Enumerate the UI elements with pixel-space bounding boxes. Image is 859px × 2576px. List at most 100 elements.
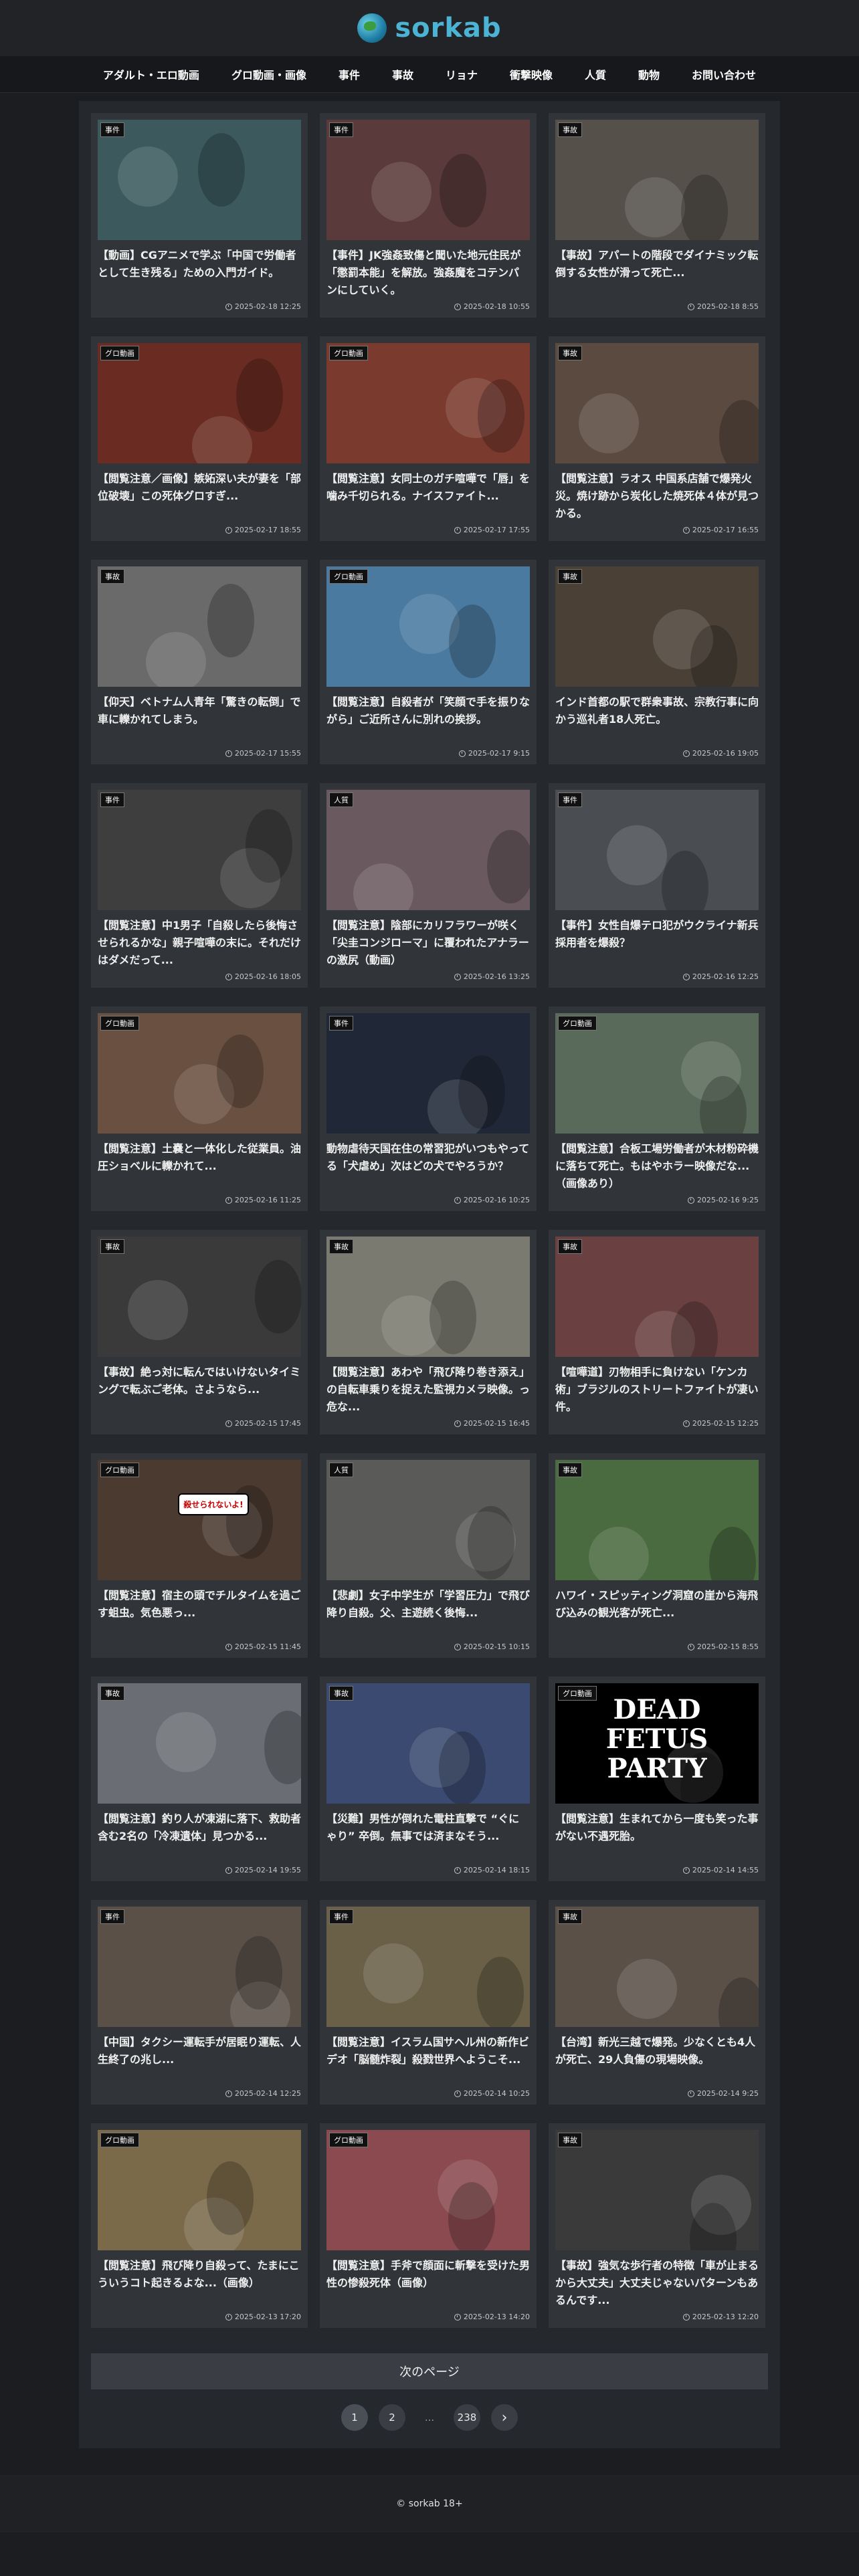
post-card[interactable]: 事故 インド首都の駅で群衆事故、宗教行事に向かう巡礼者18人死亡。 2025-02-…	[549, 560, 765, 764]
post-title[interactable]: 【事件】女性自爆テロ犯がウクライナ新兵採用者を爆殺？	[555, 917, 759, 969]
post-title[interactable]: 【閲覧注意】飛び降り自殺って、たまにこういうコト起きるよな...（画像）	[98, 2257, 301, 2309]
category-badge[interactable]: 事件	[100, 792, 124, 807]
post-thumbnail[interactable]: 事故	[98, 1683, 301, 1804]
post-card[interactable]: 事故【事故】強気な歩行者の特徴「車が止まるから大丈夫」大丈夫じゃないパターンもあ…	[549, 2123, 765, 2328]
post-thumbnail[interactable]: 事故	[555, 1460, 759, 1580]
nav-item[interactable]: 人質	[585, 66, 606, 82]
nav-item[interactable]: 事故	[392, 66, 413, 82]
post-card[interactable]: 事件 【中国】タクシー運転手が居眠り運転、人生終了の兆し... 2025-02-14…	[91, 1900, 308, 2105]
post-thumbnail[interactable]: グロ動画	[555, 1013, 759, 1134]
post-card[interactable]: グロ動画【閲覧注意】飛び降り自殺って、たまにこういうコト起きるよな...（画像）…	[91, 2123, 308, 2328]
post-title[interactable]: 【事件】JK強姦致傷と聞いた地元住民が「懲罰本能」を解放。強姦魔をコテンパンにし…	[326, 247, 530, 299]
post-card[interactable]: グロ動画 【閲覧注意】自殺者が「笑顔で手を振りながら」ご近所さんに別れの挨拶。 20…	[320, 560, 537, 764]
post-card[interactable]: 事故 ハワイ・スピッティング洞窟の崖から海飛び込みの観光客が死亡... 2025-0…	[549, 1453, 765, 1658]
post-thumbnail[interactable]: 事故	[555, 2130, 759, 2250]
nav-item[interactable]: 衝撃映像	[510, 66, 553, 82]
post-card[interactable]: 事故 【閲覧注意】釣り人が凍湖に落下、救助者含む2名の「冷凍遺体」見つかる... 2…	[91, 1677, 308, 1881]
post-title[interactable]: 【閲覧注意】女同士のガチ喧嘩で「唇」を噛み千切られる。ナイスファイト...	[326, 470, 530, 522]
post-card[interactable]: 事件 【動画】CGアニメで学ぶ「中国で労働者として生き残る」ための入門ガイド。 20…	[91, 113, 308, 318]
post-card[interactable]: 事故 【事故】絶っ対に転んではいけないタイミングで転ぶご老体。さようなら... 20…	[91, 1230, 308, 1434]
post-thumbnail[interactable]: 事故	[326, 1237, 530, 1357]
category-badge[interactable]: 人質	[329, 792, 353, 807]
category-badge[interactable]: 事件	[558, 792, 582, 807]
page-number-button[interactable]: 238	[454, 2404, 480, 2431]
post-card[interactable]: 事故【閲覧注意】あわや「飛び降り巻き添え」の自転車乗りを捉えた監視カメラ映像。っ…	[320, 1230, 537, 1434]
nav-item[interactable]: 事件	[339, 66, 360, 82]
category-badge[interactable]: グロ動画	[100, 2133, 139, 2147]
chevron-right-icon[interactable]: ›	[491, 2404, 518, 2431]
post-card[interactable]: 事故【災難】男性が倒れた電柱直撃で “ぐにゃり” 卒倒。無事では済まなそう...…	[320, 1677, 537, 1881]
post-title[interactable]: 【事故】アパートの階段でダイナミック転倒する女性が滑って死亡...	[555, 247, 759, 299]
nav-item[interactable]: グロ動画・画像	[231, 66, 306, 82]
post-title[interactable]: 【閲覧注意】合板工場労働者が木材粉砕機に落ちて死亡。もはやホラー映像だな...（…	[555, 1140, 759, 1192]
post-thumbnail[interactable]: 人質	[326, 790, 530, 910]
post-title[interactable]: 【閲覧注意／画像】嫉妬深い夫が妻を「部位破壊」この死体グロすぎ...	[98, 470, 301, 522]
post-title[interactable]: 【閲覧注意】あわや「飛び降り巻き添え」の自転車乗りを捉えた監視カメラ映像。っ危な…	[326, 1364, 530, 1416]
post-title[interactable]: 【事故】絶っ対に転んではいけないタイミングで転ぶご老体。さようなら...	[98, 1364, 301, 1416]
category-badge[interactable]: 事故	[558, 122, 582, 137]
post-thumbnail[interactable]: 人質	[326, 1460, 530, 1580]
post-thumbnail[interactable]: DEAD FETUS PARTY グロ動画	[555, 1683, 759, 1804]
post-thumbnail[interactable]: グロ動画	[98, 343, 301, 463]
category-badge[interactable]: 事故	[558, 1239, 582, 1254]
nav-item[interactable]: 動物	[638, 66, 660, 82]
category-badge[interactable]: 事件	[329, 1016, 353, 1031]
category-badge[interactable]: 事件	[329, 122, 353, 137]
post-thumbnail[interactable]: 事件	[326, 120, 530, 240]
category-badge[interactable]: 事故	[558, 569, 582, 584]
category-badge[interactable]: グロ動画	[329, 2133, 368, 2147]
post-title[interactable]: 【台湾】新光三越で爆発。少なくとも4人が死亡、29人負傷の現場映像。	[555, 2034, 759, 2086]
post-card[interactable]: グロ動画 【閲覧注意】手斧で顔面に斬撃を受けた男性の惨殺死体（画像） 2025-02…	[320, 2123, 537, 2328]
post-thumbnail[interactable]: グロ動画	[326, 566, 530, 687]
category-badge[interactable]: グロ動画	[329, 346, 368, 360]
post-thumbnail[interactable]: グロ動画	[98, 2130, 301, 2250]
globe-logo-icon[interactable]	[357, 13, 387, 43]
post-card[interactable]: グロ動画【閲覧注意】合板工場労働者が木材粉砕機に落ちて死亡。もはやホラー映像だな…	[549, 1006, 765, 1211]
post-card[interactable]: グロ動画 【閲覧注意／画像】嫉妬深い夫が妻を「部位破壊」この死体グロすぎ... 20…	[91, 336, 308, 541]
post-thumbnail[interactable]: グロ動画	[326, 343, 530, 463]
post-title[interactable]: 【閲覧注意】釣り人が凍湖に落下、救助者含む2名の「冷凍遺体」見つかる...	[98, 1810, 301, 1862]
post-thumbnail[interactable]: グロ動画	[326, 2130, 530, 2250]
post-title[interactable]: 【悲劇】女子中学生が「学習圧力」で飛び降り自殺。父、主遊続く後悔...	[326, 1587, 530, 1639]
next-page-button[interactable]: 次のページ	[91, 2353, 768, 2389]
post-thumbnail[interactable]: 事故	[555, 343, 759, 463]
post-thumbnail[interactable]: 事故	[98, 1237, 301, 1357]
post-title[interactable]: 【喧嘩道】刃物相手に負けない「ケンカ術」ブラジルのストリートファイトが凄い件。	[555, 1364, 759, 1416]
post-title[interactable]: 【閲覧注意】イスラム国サヘル州の新作ビデオ「脳髄炸裂」殺戮世界へようこそ...	[326, 2034, 530, 2086]
post-card[interactable]: 事件 【閲覧注意】イスラム国サヘル州の新作ビデオ「脳髄炸裂」殺戮世界へようこそ..…	[320, 1900, 537, 2105]
post-card[interactable]: グロ動画 【閲覧注意】土嚢と一体化した従業員。油圧ショベルに轢かれて... 2025…	[91, 1006, 308, 1211]
category-badge[interactable]: 人質	[329, 1463, 353, 1477]
category-badge[interactable]: グロ動画	[100, 1463, 139, 1477]
category-badge[interactable]: 事故	[558, 1909, 582, 1924]
post-card[interactable]: 事故 【事故】アパートの階段でダイナミック転倒する女性が滑って死亡... 2025-…	[549, 113, 765, 318]
post-title[interactable]: 【動画】CGアニメで学ぶ「中国で労働者として生き残る」ための入門ガイド。	[98, 247, 301, 299]
category-badge[interactable]: 事件	[100, 122, 124, 137]
post-thumbnail[interactable]: グロ動画	[98, 1013, 301, 1134]
post-card[interactable]: 事件 動物虐待天国在住の常習犯がいつもやってる「犬虐め」次はどの犬でやろうか？ 20…	[320, 1006, 537, 1211]
category-badge[interactable]: グロ動画	[329, 569, 368, 584]
category-badge[interactable]: 事故	[100, 1239, 124, 1254]
post-card[interactable]: 事件【事件】JK強姦致傷と聞いた地元住民が「懲罰本能」を解放。強姦魔をコテンパン…	[320, 113, 537, 318]
post-card[interactable]: 事故 【台湾】新光三越で爆発。少なくとも4人が死亡、29人負傷の現場映像。 2025…	[549, 1900, 765, 2105]
site-logo[interactable]: sorkab	[395, 13, 501, 43]
post-title[interactable]: 【閲覧注意】手斧で顔面に斬撃を受けた男性の惨殺死体（画像）	[326, 2257, 530, 2309]
post-card[interactable]: 事故 【閲覧注意】ラオス 中国系店舗で爆発火災。焼け跡から炭化した焼死体４体が見つ…	[549, 336, 765, 541]
post-title[interactable]: 【災難】男性が倒れた電柱直撃で “ぐにゃり” 卒倒。無事では済まなそう...	[326, 1810, 530, 1862]
post-title[interactable]: 【事故】強気な歩行者の特徴「車が止まるから大丈夫」大丈夫じゃないパターンもあるん…	[555, 2257, 759, 2309]
post-title[interactable]: インド首都の駅で群衆事故、宗教行事に向かう巡礼者18人死亡。	[555, 693, 759, 746]
post-title[interactable]: ハワイ・スピッティング洞窟の崖から海飛び込みの観光客が死亡...	[555, 1587, 759, 1639]
post-thumbnail[interactable]: 事故	[98, 566, 301, 687]
post-thumbnail[interactable]: 事故	[555, 1907, 759, 2027]
category-badge[interactable]: 事件	[100, 1909, 124, 1924]
post-thumbnail[interactable]: 事件	[555, 790, 759, 910]
category-badge[interactable]: 事故	[329, 1239, 353, 1254]
post-thumbnail[interactable]: 事件	[98, 1907, 301, 2027]
post-thumbnail[interactable]: 殺せられないよ! グロ動画	[98, 1460, 301, 1580]
post-title[interactable]: 【閲覧注意】自殺者が「笑顔で手を振りながら」ご近所さんに別れの挨拶。	[326, 693, 530, 746]
post-title[interactable]: 【閲覧注意】土嚢と一体化した従業員。油圧ショベルに轢かれて...	[98, 1140, 301, 1192]
post-thumbnail[interactable]: 事故	[555, 566, 759, 687]
category-badge[interactable]: 事故	[329, 1686, 353, 1701]
post-thumbnail[interactable]: 事故	[326, 1683, 530, 1804]
category-badge[interactable]: グロ動画	[558, 1686, 597, 1701]
post-card[interactable]: 事件 【閲覧注意】中1男子「自殺したら後悔させられるかな」親子喧嘩の末に。それだけ…	[91, 783, 308, 988]
